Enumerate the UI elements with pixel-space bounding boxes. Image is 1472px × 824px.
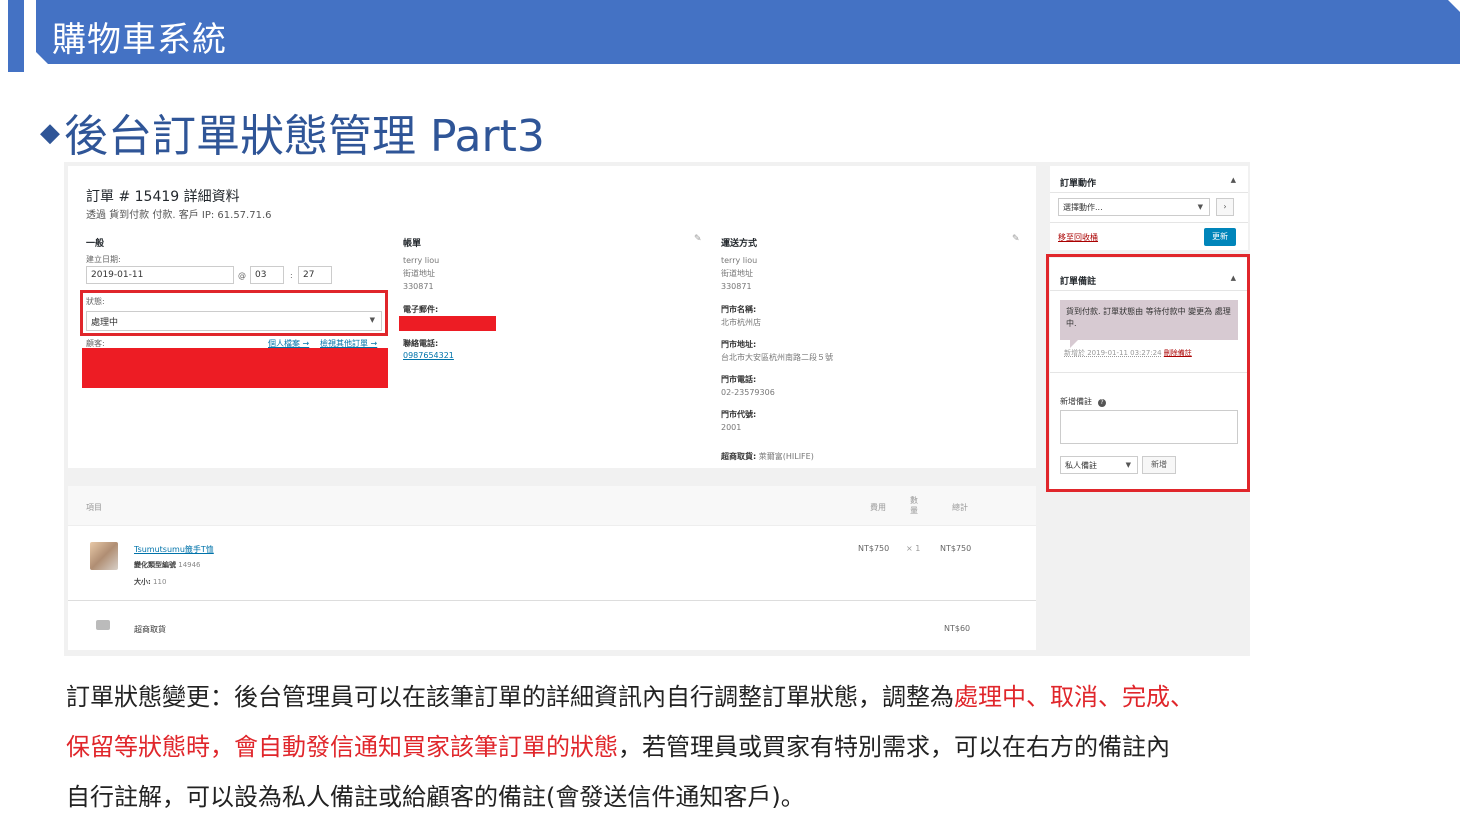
chevron-down-icon: ▼ [1197, 203, 1203, 211]
store-name: 北市杭州店 [721, 318, 761, 327]
size-row: 大小: 110 [134, 577, 166, 587]
shipping-heading: 運送方式 [721, 239, 758, 249]
shipping-street: 街道地址 [721, 269, 753, 278]
paragraph-text-1: 訂單狀態變更：後台管理員可以在該筆訂單的詳細資訊內自行調整訂單狀態，調整為 [66, 683, 954, 711]
store-code: 2001 [721, 423, 742, 432]
date-input[interactable]: 2019-01-11 [86, 266, 234, 284]
billing-heading: 帳單 [403, 239, 422, 249]
size-label: 大小: [134, 578, 151, 586]
paragraph-line-2: 保留等狀態時，會自動發信通知買家該筆訂單的狀態，若管理員或買家有特別需求，可以在… [66, 722, 1456, 772]
product-link[interactable]: Tsumutsumu籤手T恤 [134, 544, 214, 555]
billing-name: terry liou [403, 256, 440, 265]
paragraph-highlight-1: 處理中、取消、完成、 [954, 683, 1194, 711]
paragraph-line-1: 訂單狀態變更：後台管理員可以在該筆訂單的詳細資訊內自行調整訂單狀態，調整為處理中… [66, 672, 1456, 722]
admin-screenshot: 訂單 # 15419 詳細資料 透過 貨到付款 付款. 客戶 IP: 61.57… [64, 162, 1250, 656]
phone-link[interactable]: 0987654321 [403, 351, 454, 360]
items-divider [68, 600, 1036, 601]
order-items-panel: 項目 費用 數量 總計 Tsumutsumu籤手T恤 變化類型編號 14946 … [68, 486, 1036, 650]
order-title: 訂單 # 15419 詳細資料 [86, 189, 240, 205]
order-details-panel: 訂單 # 15419 詳細資料 透過 貨到付款 付款. 客戶 IP: 61.57… [68, 166, 1036, 468]
col-qty: 數量 [910, 496, 918, 515]
action-select[interactable]: 選擇動作... ▼ [1058, 198, 1210, 216]
at-sign: @ [238, 271, 246, 280]
variation-row: 變化類型編號 14946 [134, 560, 201, 570]
shipping-icon [96, 620, 110, 630]
phone-label: 聯絡電話: [403, 339, 439, 348]
pickup-row: 超商取貨: 萊爾富(HILIFE) [721, 451, 814, 462]
store-address-label: 門市地址: [721, 340, 757, 349]
status-highlight [80, 290, 388, 336]
title-accent [8, 0, 24, 72]
minute-input[interactable]: 27 [298, 266, 332, 284]
email-label: 電子郵件: [403, 305, 439, 314]
product-thumbnail[interactable] [90, 542, 118, 570]
email-redacted [399, 316, 496, 331]
items-header: 項目 費用 數量 總計 [68, 486, 1036, 526]
shipping-name: terry liou [721, 256, 758, 265]
hour-input[interactable]: 03 [250, 266, 284, 284]
order-actions-box: 訂單動作 ▲ 選擇動作... ▼ › 移至回收桶 更新 [1050, 166, 1248, 250]
actions-divider [1050, 192, 1248, 193]
pickup-label: 超商取貨: [721, 452, 757, 461]
edit-shipping-icon[interactable]: ✎ [1012, 234, 1020, 244]
diamond-bullet-icon: ◆ [40, 118, 60, 148]
variation-id: 14946 [178, 561, 201, 569]
section-heading-text: 後台訂單狀態管理 Part3 [64, 111, 545, 162]
item-price: NT$750 [858, 544, 890, 553]
customer-redacted [82, 348, 388, 388]
section-heading: ◆後台訂單狀態管理 Part3 [40, 100, 545, 164]
variation-label: 變化類型編號 [134, 561, 176, 569]
store-address: 台北市大安區杭州南路二段５號 [721, 353, 833, 362]
paragraph-line-3: 自行註解，可以設為私人備註或給顧客的備註(會發送信件通知客戶)。 [66, 783, 805, 811]
shipping-method: 超商取貨 [134, 625, 166, 634]
size-value: 110 [153, 578, 167, 586]
store-phone-label: 門市電話: [721, 375, 757, 384]
collapse-caret-icon[interactable]: ▲ [1231, 176, 1236, 184]
shipping-cost: NT$60 [944, 624, 971, 633]
billing-zip: 330871 [403, 282, 434, 291]
item-total: NT$750 [940, 544, 972, 553]
col-item: 項目 [86, 503, 102, 512]
billing-street: 街道地址 [403, 269, 435, 278]
shipping-zip: 330871 [721, 282, 752, 291]
apply-action-button[interactable]: › [1216, 198, 1234, 216]
col-total: 總計 [952, 503, 968, 512]
edit-billing-icon[interactable]: ✎ [694, 234, 702, 244]
time-colon: : [290, 271, 293, 280]
paragraph-text-2: ，若管理員或買家有特別需求，可以在右方的備註內 [618, 733, 1170, 761]
date-label: 建立日期: [86, 255, 121, 264]
description-paragraph: 訂單狀態變更：後台管理員可以在該筆訂單的詳細資訊內自行調整訂單狀態，調整為處理中… [66, 672, 1456, 822]
order-subtitle: 透過 貨到付款 付款. 客戶 IP: 61.57.71.6 [86, 210, 272, 221]
general-heading: 一般 [86, 239, 105, 249]
store-name-label: 門市名稱: [721, 305, 757, 314]
title-bar: 購物車系統 [0, 0, 1460, 72]
col-cost: 費用 [870, 503, 886, 512]
actions-divider-2 [1050, 222, 1248, 223]
title-band [36, 0, 1460, 64]
pickup-value: 萊爾富(HILIFE) [758, 452, 814, 461]
slide-title: 購物車系統 [52, 20, 227, 60]
update-button[interactable]: 更新 [1204, 228, 1236, 246]
store-phone: 02-23579306 [721, 388, 775, 397]
action-select-value: 選擇動作... [1063, 203, 1103, 212]
notes-highlight [1046, 254, 1250, 492]
order-actions-title: 訂單動作 [1060, 179, 1097, 189]
move-to-trash-link[interactable]: 移至回收桶 [1058, 232, 1098, 243]
item-qty: × 1 [906, 544, 921, 553]
store-code-label: 門市代號: [721, 410, 757, 419]
paragraph-highlight-2: 保留等狀態時，會自動發信通知買家該筆訂單的狀態 [66, 733, 618, 761]
